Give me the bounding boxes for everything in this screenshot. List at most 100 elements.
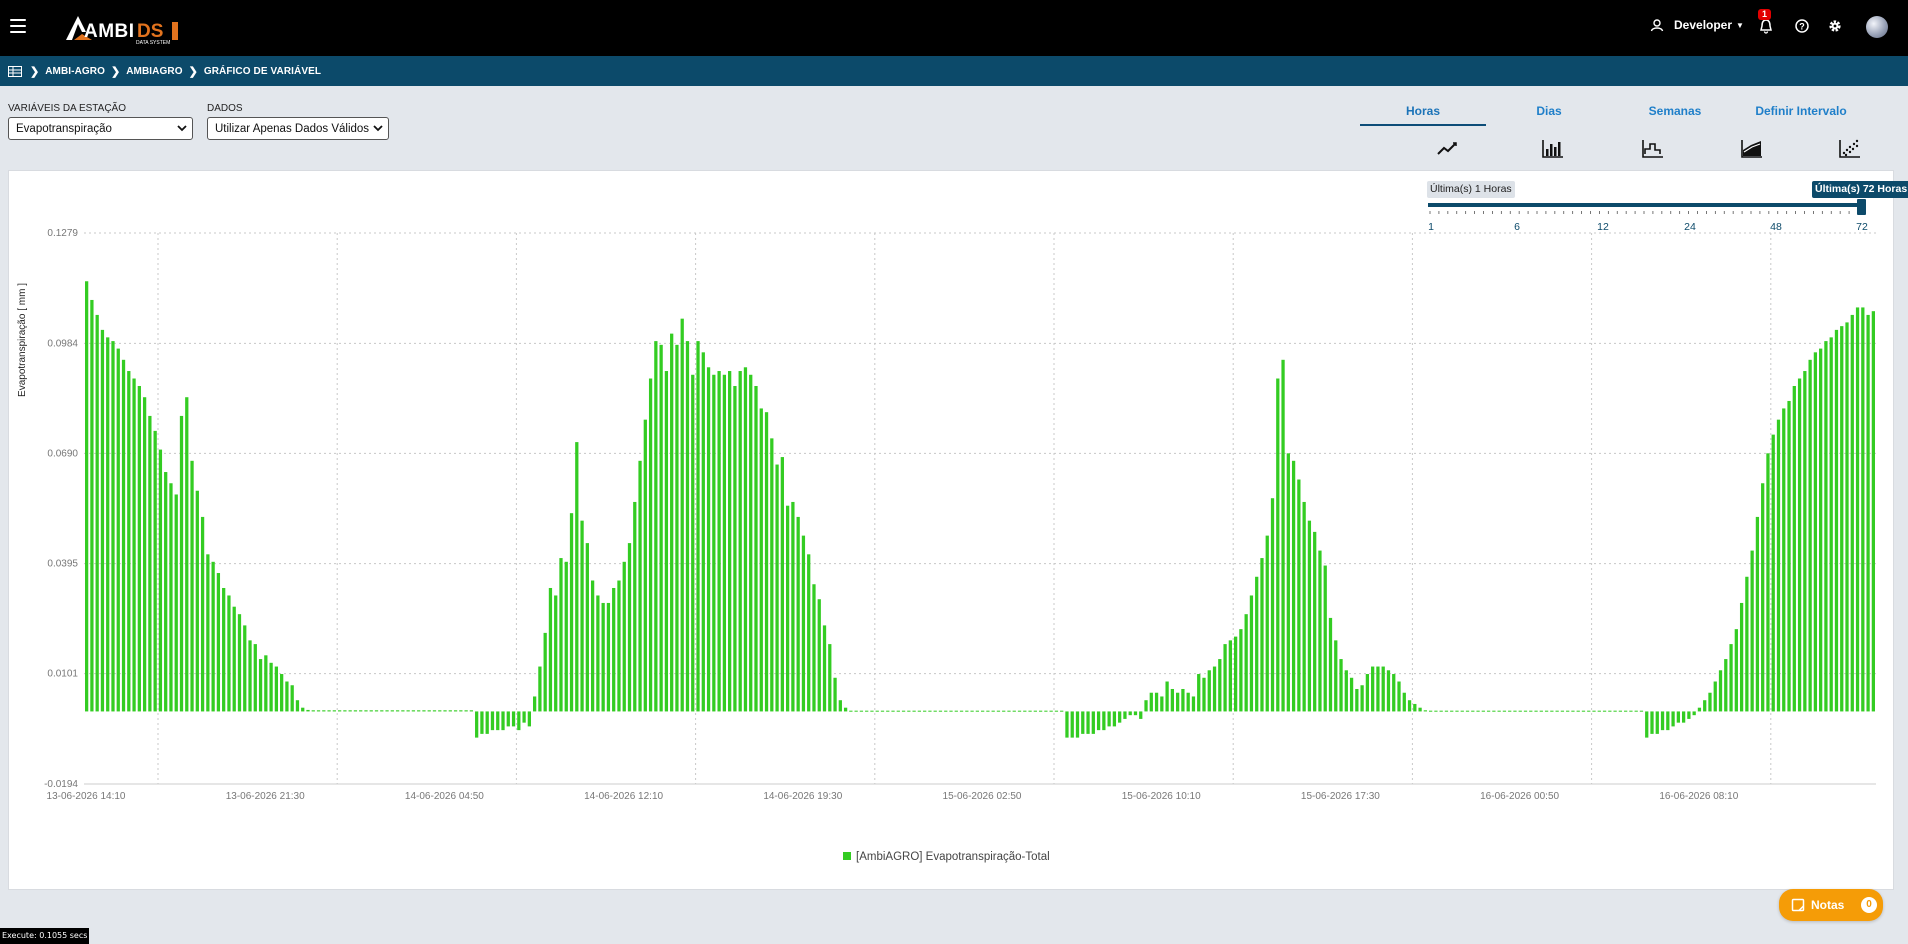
bar	[406, 710, 410, 712]
bar	[390, 710, 394, 712]
bar	[448, 710, 452, 712]
x-tick-label: 16-06-2026 08:10	[1659, 791, 1738, 802]
bar	[1671, 711, 1675, 727]
bar	[290, 685, 294, 712]
bar	[248, 640, 252, 712]
bar	[1154, 692, 1159, 712]
bar	[1144, 700, 1148, 712]
bar	[1334, 640, 1338, 712]
bar	[480, 711, 484, 734]
bar	[1486, 710, 1491, 712]
bar	[274, 666, 279, 712]
bar	[680, 318, 684, 712]
range-slider-handle[interactable]	[1857, 199, 1866, 215]
bar	[712, 374, 716, 712]
bar	[1602, 710, 1607, 712]
bar	[791, 501, 795, 712]
bar	[1866, 314, 1870, 712]
bar	[169, 483, 173, 712]
bar	[1787, 400, 1791, 712]
bar	[1529, 710, 1533, 712]
bar	[1212, 666, 1217, 712]
bar	[612, 587, 616, 712]
bar	[559, 558, 563, 712]
bar	[206, 554, 210, 712]
bar	[891, 710, 895, 712]
bar	[1281, 359, 1285, 712]
legend-label: [AmbiAGRO] Evapotranspiração-Total	[856, 851, 1050, 863]
bar	[1033, 710, 1037, 712]
bar	[301, 707, 305, 712]
bar	[1571, 710, 1575, 712]
bar	[1176, 692, 1180, 712]
bar	[1824, 341, 1828, 712]
range-slider-tick-label: 72	[1856, 221, 1868, 233]
bar	[1576, 710, 1580, 712]
bar	[975, 710, 979, 712]
bar	[1745, 576, 1749, 712]
bar	[701, 352, 705, 712]
bar	[1539, 710, 1543, 712]
bar	[849, 710, 853, 712]
bar	[775, 464, 779, 712]
bar	[1313, 531, 1317, 712]
bar	[1339, 659, 1343, 712]
bar	[1355, 688, 1359, 712]
bar	[1687, 711, 1691, 719]
bar	[1392, 674, 1396, 712]
bar	[1471, 710, 1475, 712]
bar	[106, 337, 110, 712]
range-min-label: Última(s) 1 Horas	[1427, 181, 1515, 198]
bar	[949, 710, 953, 712]
bar	[1803, 371, 1807, 712]
bar	[1065, 711, 1069, 738]
notes-button[interactable]: Notas 0	[1779, 889, 1883, 921]
bar	[1681, 711, 1686, 723]
bar	[1123, 711, 1127, 719]
bar	[1492, 710, 1496, 712]
bar	[490, 711, 495, 731]
bar	[1808, 359, 1812, 712]
x-tick-label: 13-06-2026 14:10	[47, 791, 126, 802]
bar	[385, 710, 389, 712]
bar	[443, 710, 447, 712]
bar	[475, 711, 479, 738]
bar	[654, 341, 658, 712]
bar	[1249, 595, 1254, 712]
bar	[1692, 711, 1696, 716]
bar	[928, 710, 932, 712]
bar	[1376, 666, 1380, 712]
x-tick-label: 14-06-2026 04:50	[405, 791, 484, 802]
bar	[1792, 385, 1796, 712]
bar	[1054, 710, 1059, 712]
bar	[1191, 696, 1196, 712]
bar	[538, 666, 542, 712]
x-tick-label: 14-06-2026 12:10	[584, 791, 663, 802]
bar	[1112, 711, 1117, 727]
bar	[685, 341, 690, 712]
bar	[322, 710, 326, 712]
bar	[522, 711, 526, 723]
bar	[938, 710, 943, 712]
bar	[127, 371, 131, 712]
bar	[190, 460, 194, 712]
bar	[1861, 307, 1865, 712]
bar	[216, 573, 221, 712]
bar	[554, 595, 558, 712]
bar	[743, 367, 748, 712]
bar	[1550, 710, 1554, 712]
bar	[585, 543, 589, 712]
bar	[511, 711, 516, 727]
bar	[1766, 453, 1770, 712]
bar	[285, 681, 289, 712]
bar	[1386, 670, 1391, 712]
bar	[807, 554, 811, 712]
bar	[1613, 710, 1617, 712]
bar	[1581, 710, 1586, 712]
bar	[100, 329, 105, 712]
bar	[933, 710, 937, 712]
bar	[1639, 710, 1644, 712]
bar	[1513, 710, 1517, 712]
bar	[1239, 629, 1243, 712]
bar	[870, 710, 874, 712]
